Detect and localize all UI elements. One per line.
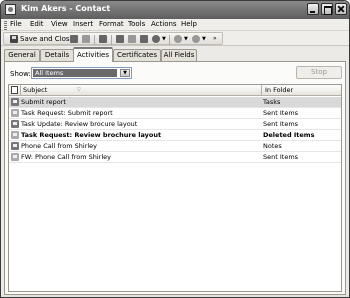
follow-up-flag-icon[interactable] bbox=[116, 35, 124, 43]
address-card-icon[interactable] bbox=[140, 35, 148, 43]
activities-table: Subject ▽ In Folder Submit report Tasks Ta… bbox=[8, 84, 342, 292]
tab-details[interactable]: Details bbox=[40, 49, 74, 61]
menu-view[interactable]: View bbox=[51, 20, 68, 28]
menu-format[interactable]: Format bbox=[99, 20, 124, 28]
row-in-folder: Sent Items bbox=[263, 109, 299, 117]
call-icon[interactable] bbox=[152, 35, 160, 43]
toolbar-separator bbox=[94, 35, 95, 45]
contact-app-icon bbox=[5, 4, 16, 15]
item-type-column-icon[interactable] bbox=[11, 86, 18, 94]
column-divider[interactable] bbox=[20, 85, 21, 96]
maximize-button[interactable] bbox=[321, 3, 333, 15]
row-in-folder: Sent Items bbox=[263, 120, 299, 128]
tab-certificates[interactable]: Certificates bbox=[113, 49, 161, 61]
menu-grip-handle[interactable] bbox=[4, 21, 7, 30]
save-and-close-button[interactable]: Save and Close bbox=[10, 35, 74, 44]
tab-strip: General Details Activities Certificates … bbox=[1, 47, 349, 62]
show-dropdown[interactable]: All Items ▼ bbox=[31, 67, 132, 79]
row-in-folder: Sent Items bbox=[263, 153, 299, 161]
menu-tools[interactable]: Tools bbox=[128, 20, 145, 28]
table-row[interactable]: Submit report Tasks bbox=[9, 97, 341, 108]
in-folder-column-header[interactable]: In Folder bbox=[265, 86, 293, 94]
tab-general[interactable]: General bbox=[4, 49, 40, 61]
save-icon bbox=[10, 35, 18, 43]
toolbar-separator bbox=[169, 35, 170, 45]
row-in-folder: Deleted Items bbox=[263, 131, 315, 139]
menu-edit[interactable]: Edit bbox=[30, 20, 44, 28]
save-icon[interactable] bbox=[70, 35, 78, 43]
toolbar: Save and Close ▼ ▼ ▼ » bbox=[1, 31, 349, 46]
toolbar-options-icon[interactable]: » bbox=[213, 35, 219, 44]
contact-window: Kim Akers - Contact File Edit View Inser… bbox=[0, 0, 350, 298]
row-in-folder: Tasks bbox=[263, 98, 281, 106]
attach-icon[interactable] bbox=[99, 35, 107, 43]
next-item-icon[interactable] bbox=[192, 35, 200, 43]
sort-arrow-icon: ▽ bbox=[77, 87, 81, 93]
row-subject: Submit report bbox=[21, 98, 66, 106]
subject-column-header[interactable]: Subject bbox=[23, 86, 47, 94]
window-title: Kim Akers - Contact bbox=[21, 4, 111, 13]
previous-dropdown-icon[interactable]: ▼ bbox=[184, 36, 188, 42]
column-divider[interactable] bbox=[261, 85, 262, 96]
table-row[interactable]: FW: Phone Call from Shirley Sent Items bbox=[9, 152, 341, 163]
activities-page: Show: All Items ▼ Stop Subject ▽ In Fold… bbox=[4, 61, 346, 295]
task-icon bbox=[11, 98, 19, 106]
menu-help[interactable]: Help bbox=[181, 20, 197, 28]
table-row[interactable]: Task Request: Review brochure layout Dele… bbox=[9, 130, 341, 141]
minimize-button[interactable] bbox=[307, 3, 319, 15]
table-row[interactable]: Phone Call from Shirley Notes bbox=[9, 141, 341, 152]
close-button[interactable] bbox=[335, 3, 347, 15]
menu-actions[interactable]: Actions bbox=[151, 20, 177, 28]
categorize-icon[interactable] bbox=[128, 35, 136, 43]
task-request-icon bbox=[11, 109, 19, 117]
previous-item-icon[interactable] bbox=[174, 35, 182, 43]
menu-file[interactable]: File bbox=[10, 20, 22, 28]
standard-toolbar: Save and Close ▼ ▼ ▼ » bbox=[3, 32, 223, 45]
table-row[interactable]: Task Request: Submit report Sent Items bbox=[9, 108, 341, 119]
title-bar[interactable]: Kim Akers - Contact bbox=[1, 1, 349, 19]
row-subject: Task Request: Review brochure layout bbox=[21, 131, 162, 139]
tab-all-fields[interactable]: All Fields bbox=[161, 49, 197, 61]
mail-icon bbox=[11, 153, 19, 161]
table-header: Subject ▽ In Folder bbox=[9, 85, 341, 96]
next-dropdown-icon[interactable]: ▼ bbox=[202, 36, 206, 42]
task-request-icon bbox=[11, 131, 19, 139]
row-subject: FW: Phone Call from Shirley bbox=[21, 153, 112, 161]
task-update-icon bbox=[11, 120, 19, 128]
row-subject: Task Update: Review brocure layout bbox=[21, 120, 138, 128]
note-icon bbox=[11, 142, 19, 150]
call-dropdown-icon[interactable]: ▼ bbox=[162, 36, 166, 42]
print-icon[interactable] bbox=[82, 35, 90, 43]
row-in-folder: Notes bbox=[263, 142, 282, 150]
stop-button[interactable]: Stop bbox=[296, 66, 342, 79]
toolbar-separator bbox=[111, 35, 112, 45]
chevron-down-icon[interactable]: ▼ bbox=[120, 69, 130, 77]
tab-activities[interactable]: Activities bbox=[73, 47, 113, 62]
row-subject: Phone Call from Shirley bbox=[21, 142, 97, 150]
menu-bar: File Edit View Insert Format Tools Actio… bbox=[1, 19, 349, 31]
show-selected-value: All Items bbox=[33, 69, 117, 77]
table-row[interactable]: Task Update: Review brocure layout Sent I… bbox=[9, 119, 341, 130]
row-subject: Task Request: Submit report bbox=[21, 109, 113, 117]
menu-insert[interactable]: Insert bbox=[73, 20, 93, 28]
show-label: Show: bbox=[10, 70, 31, 78]
